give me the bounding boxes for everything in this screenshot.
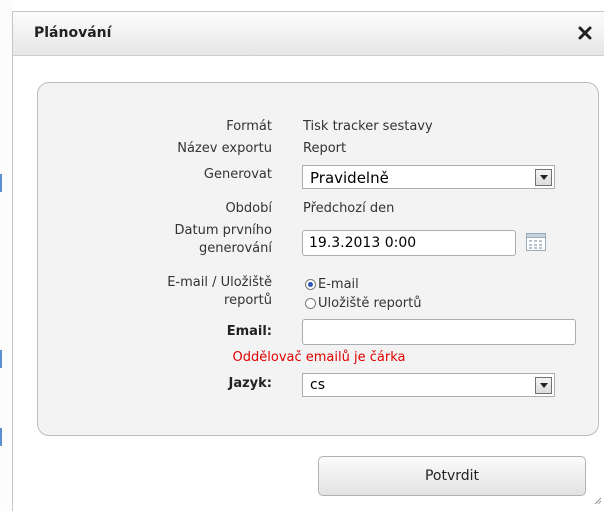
form-panel: Formát Tisk tracker sestavy Název export… bbox=[37, 82, 599, 436]
generate-select[interactable]: Pravidelně bbox=[302, 165, 555, 189]
first-date-input[interactable] bbox=[302, 230, 516, 256]
background-page-edge bbox=[0, 0, 12, 511]
radio-email[interactable]: E-mail bbox=[305, 277, 359, 292]
radio-report-storage[interactable]: Uložiště reportů bbox=[305, 296, 421, 311]
radio-button-unchecked[interactable] bbox=[305, 298, 316, 309]
export-name-value: Report bbox=[303, 141, 347, 156]
email-field[interactable] bbox=[302, 319, 576, 345]
background-marker bbox=[0, 174, 2, 192]
format-value: Tisk tracker sestavy bbox=[303, 119, 433, 134]
language-selected-value: cs bbox=[310, 377, 325, 393]
dialog-titlebar[interactable]: Plánování bbox=[13, 12, 604, 56]
dialog-title: Plánování bbox=[34, 25, 112, 41]
radio-report-storage-label: Uložiště reportů bbox=[318, 296, 422, 311]
destination-label-line1: E-mail / Uložiště bbox=[167, 275, 272, 290]
resize-grip-icon[interactable] bbox=[592, 494, 602, 509]
destination-label-line2: reportů bbox=[224, 293, 272, 308]
confirm-button[interactable]: Potvrdit bbox=[318, 456, 586, 496]
export-name-label: Název exportu bbox=[177, 141, 272, 156]
first-date-label-line1: Datum prvního bbox=[174, 223, 272, 238]
chevron-down-icon[interactable] bbox=[535, 169, 552, 186]
email-label: Email: bbox=[226, 324, 272, 339]
chevron-down-icon[interactable] bbox=[535, 377, 552, 394]
radio-email-label: E-mail bbox=[318, 277, 359, 292]
radio-button-checked[interactable] bbox=[305, 279, 316, 290]
background-marker bbox=[0, 350, 2, 368]
generate-label: Generovat bbox=[203, 167, 272, 182]
generate-selected-value: Pravidelně bbox=[310, 169, 389, 187]
background-marker bbox=[0, 428, 2, 446]
calendar-icon[interactable] bbox=[526, 232, 546, 251]
period-value: Předchozí den bbox=[303, 201, 395, 216]
close-icon[interactable] bbox=[574, 22, 596, 44]
period-label: Období bbox=[225, 201, 272, 216]
first-date-label-line2: generování bbox=[198, 241, 272, 256]
format-label: Formát bbox=[226, 119, 272, 134]
email-hint: Oddělovač emailů je čárka bbox=[232, 350, 406, 365]
scheduling-dialog: Plánování Formát Tisk tracker sestavy Ná… bbox=[12, 11, 604, 511]
language-label: Jazyk: bbox=[228, 376, 273, 391]
language-select[interactable]: cs bbox=[302, 373, 555, 397]
